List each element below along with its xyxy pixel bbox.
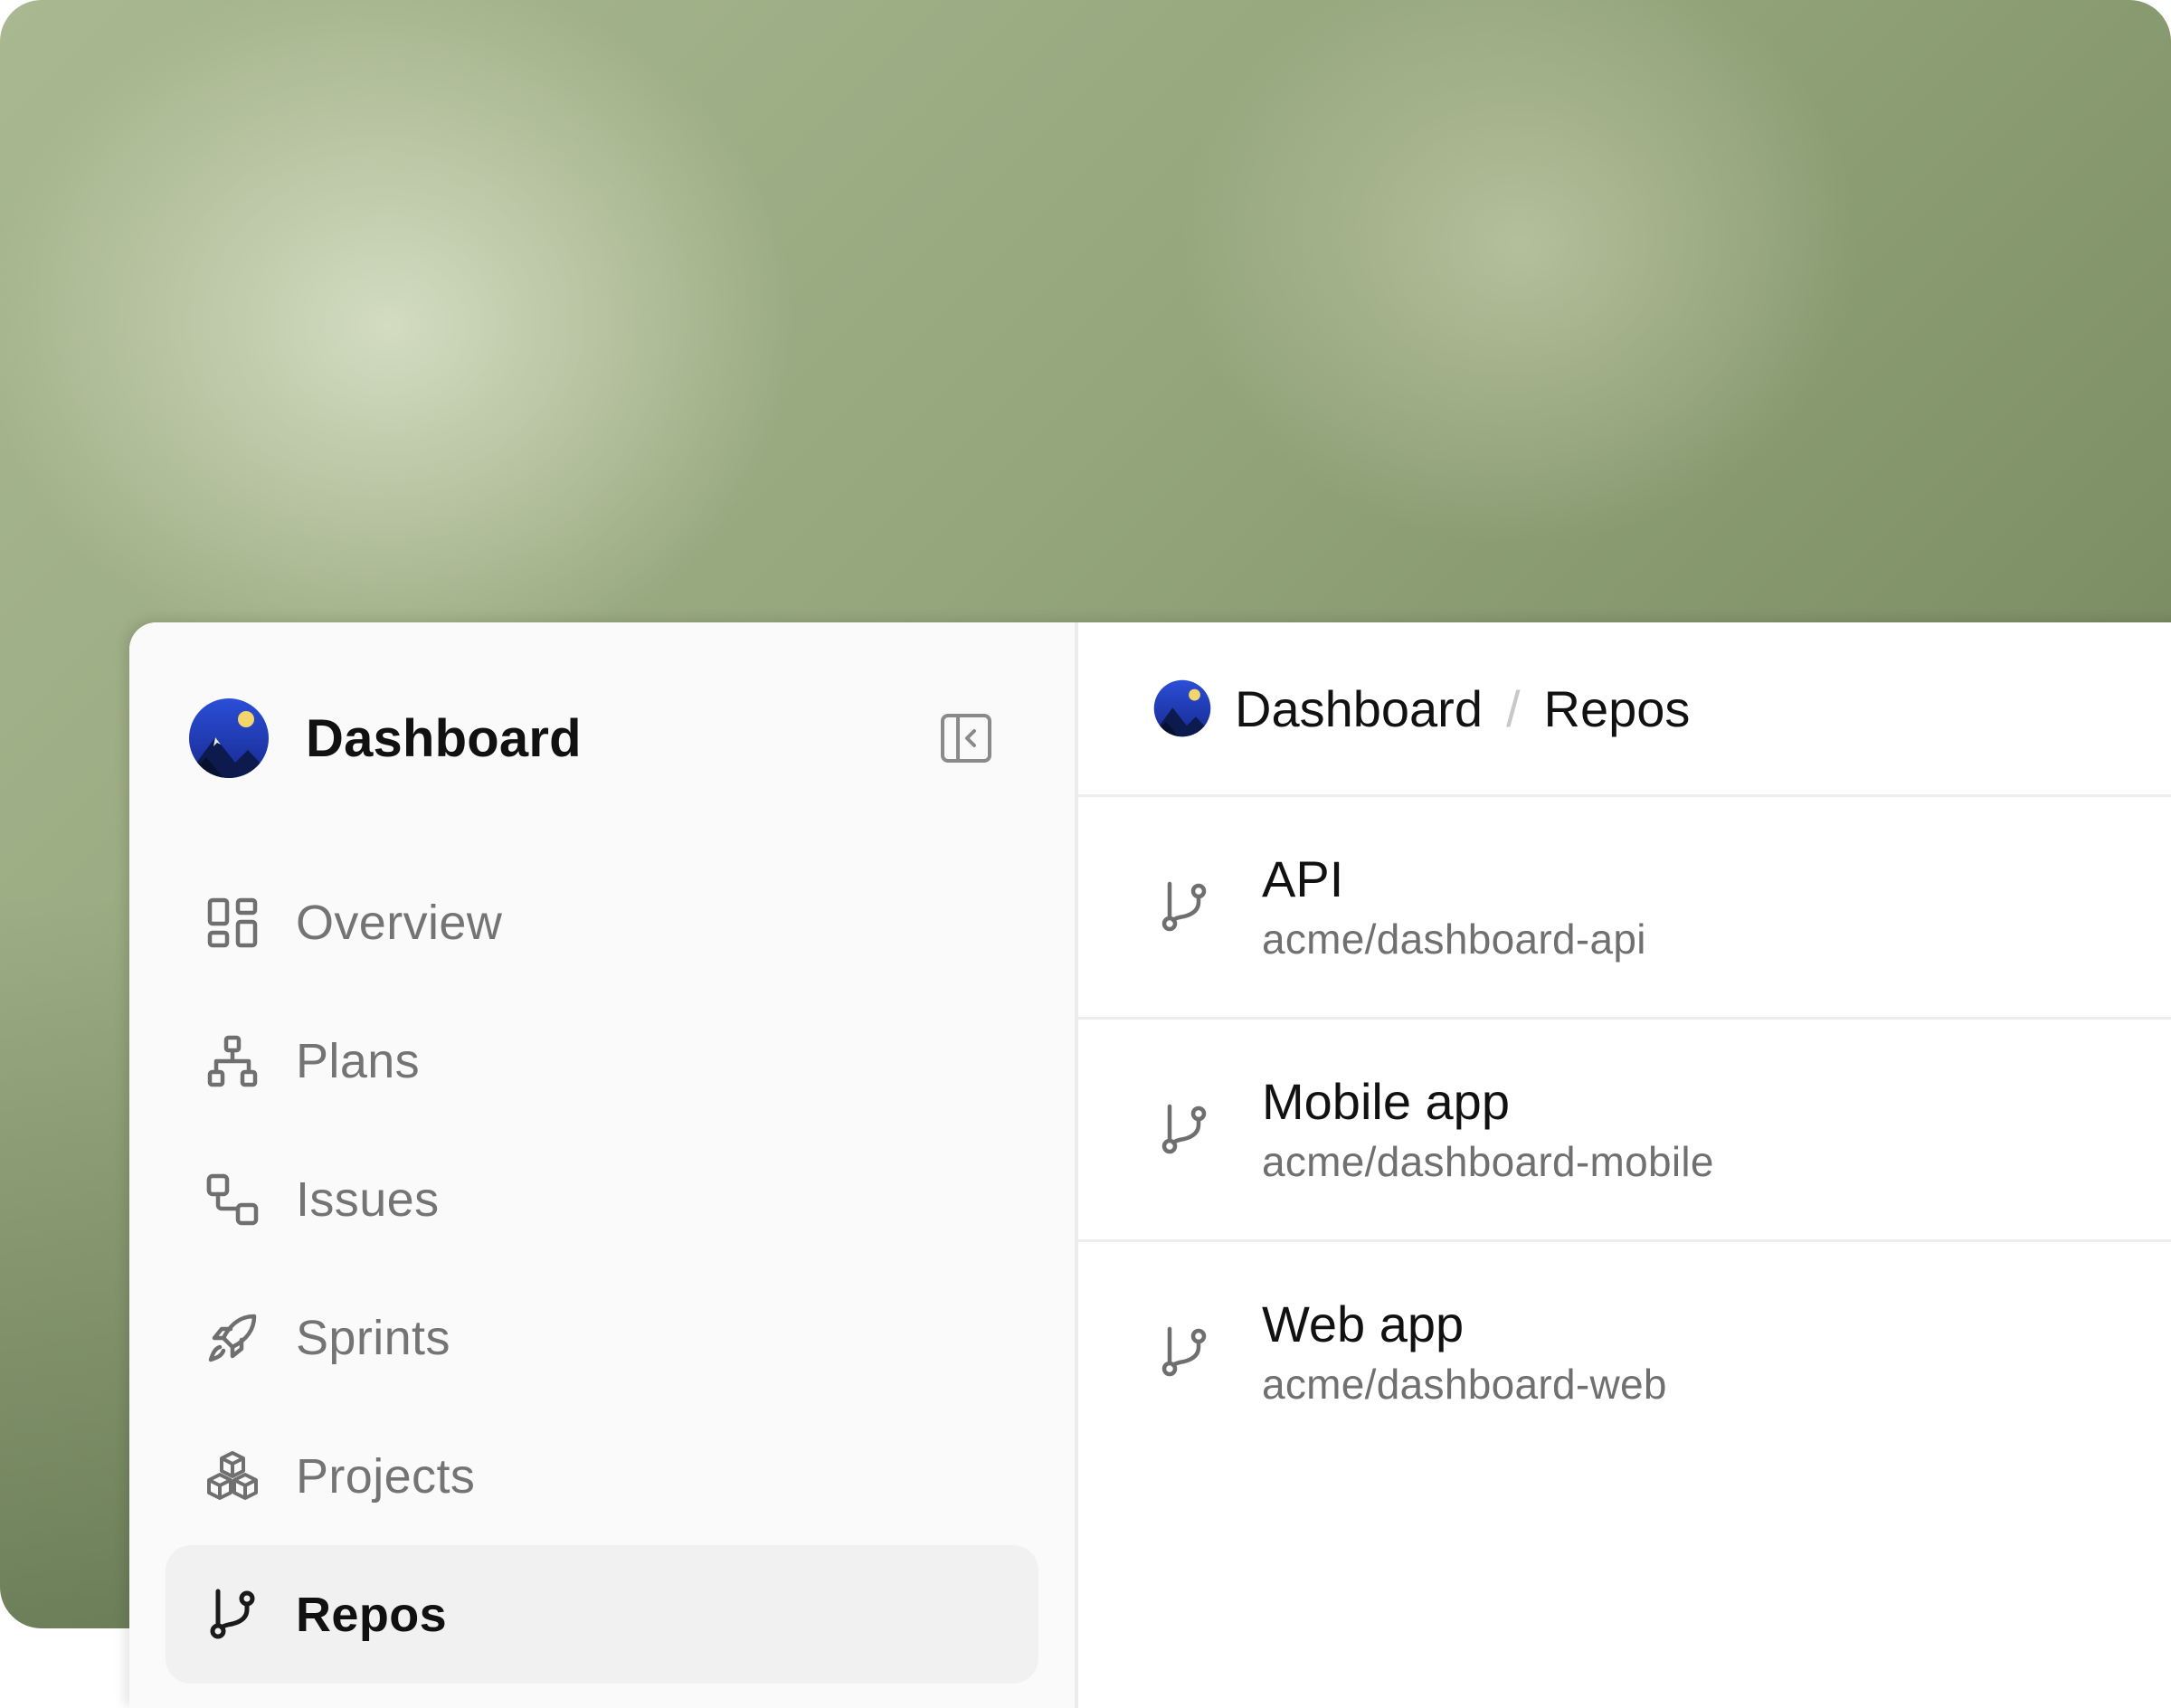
repo-row-api[interactable]: API acme/dashboard-api (1078, 797, 2171, 1020)
sidebar-item-label: Plans (296, 1033, 421, 1088)
app-window: Dashboard Overview Plans Issues Sprints … (129, 622, 2171, 1708)
repo-name: Web app (1262, 1295, 1465, 1352)
repo-list: API acme/dashboard-api Mobile app acme/d… (1078, 797, 2171, 1462)
repo-text: Mobile app acme/dashboard-mobile (1262, 1073, 1714, 1186)
git-branch-icon (1155, 1324, 1213, 1381)
repo-row-web[interactable]: Web app acme/dashboard-web (1078, 1242, 2171, 1462)
git-branch-icon (204, 1586, 261, 1644)
sidebar-item-overview[interactable]: Overview (166, 853, 1038, 992)
breadcrumb-current: Repos (1543, 679, 1691, 737)
app-logo-icon (1153, 679, 1211, 737)
sidebar-item-repos[interactable]: Repos (166, 1545, 1038, 1684)
repo-row-mobile[interactable]: Mobile app acme/dashboard-mobile (1078, 1020, 2171, 1242)
repo-path: acme/dashboard-web (1262, 1361, 1667, 1409)
sidebar-item-label: Issues (296, 1172, 440, 1227)
git-branch-icon (1155, 878, 1213, 936)
collapse-sidebar-button[interactable] (939, 711, 993, 765)
sidebar-item-label: Repos (296, 1587, 448, 1642)
sidebar-title: Dashboard (306, 708, 582, 768)
sidebar-item-label: Overview (296, 895, 503, 950)
breadcrumb-separator: / (1505, 679, 1521, 737)
repo-text: API acme/dashboard-api (1262, 850, 1646, 963)
sidebar-item-sprints[interactable]: Sprints (166, 1268, 1038, 1407)
sidebar-item-label: Sprints (296, 1310, 450, 1365)
sidebar-nav: Overview Plans Issues Sprints Projects R… (166, 853, 1038, 1684)
sidebar-item-plans[interactable]: Plans (166, 992, 1038, 1130)
repo-path: acme/dashboard-api (1262, 916, 1646, 963)
rocket-icon (204, 1309, 261, 1367)
git-branch-icon (1155, 1101, 1213, 1159)
repo-text: Web app acme/dashboard-web (1262, 1295, 1667, 1409)
sidebar: Dashboard Overview Plans Issues Sprints … (129, 622, 1078, 1708)
main-content: Dashboard / Repos API acme/dashboard-api (1078, 622, 2171, 1708)
linked-squares-icon (204, 1171, 261, 1229)
repo-path: acme/dashboard-mobile (1262, 1138, 1714, 1186)
breadcrumb-root-link[interactable]: Dashboard (1235, 679, 1483, 738)
cubes-icon (204, 1447, 261, 1505)
grid-icon (204, 894, 261, 952)
hierarchy-icon (204, 1032, 261, 1090)
repo-name: Mobile app (1262, 1072, 1510, 1130)
app-logo-icon (189, 698, 269, 778)
sidebar-header: Dashboard (188, 697, 993, 780)
sidebar-item-projects[interactable]: Projects (166, 1407, 1038, 1545)
sidebar-item-label: Projects (296, 1448, 476, 1504)
sidebar-collapse-icon (941, 714, 991, 763)
repo-name: API (1262, 849, 1344, 907)
sidebar-item-issues[interactable]: Issues (166, 1130, 1038, 1268)
breadcrumb: Dashboard / Repos (1078, 622, 2171, 797)
